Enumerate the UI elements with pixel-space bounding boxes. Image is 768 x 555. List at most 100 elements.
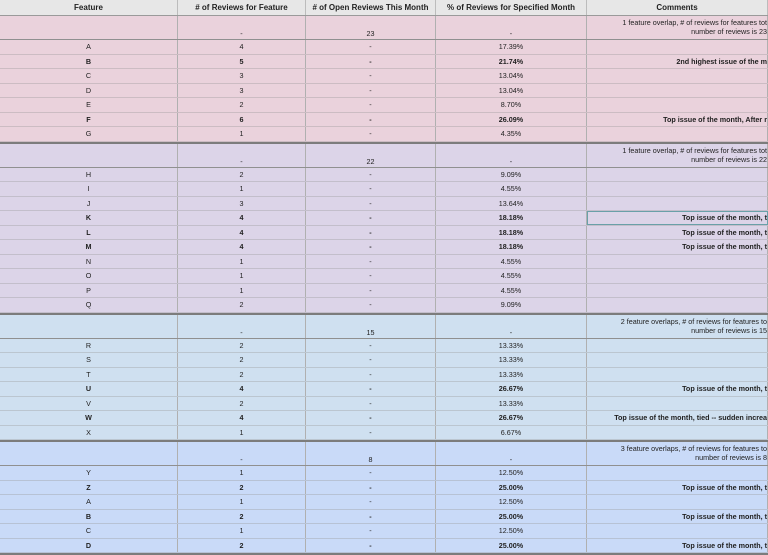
open-reviews-cell[interactable]: - [306, 182, 436, 196]
reviews-count-cell[interactable]: 1 [178, 283, 306, 297]
percent-cell[interactable]: 25.00% [436, 538, 587, 552]
feature-cell[interactable]: X [0, 425, 178, 439]
comment-cell[interactable] [587, 98, 768, 112]
feature-cell[interactable]: C [0, 69, 178, 83]
open-reviews-cell[interactable]: - [306, 466, 436, 480]
reviews-count-cell[interactable]: 4 [178, 240, 306, 254]
feature-cell[interactable]: K [0, 211, 178, 225]
percent-cell[interactable]: 26.67% [436, 411, 587, 425]
open-reviews-cell[interactable]: - [306, 127, 436, 141]
feature-cell[interactable]: I [0, 182, 178, 196]
percent-cell[interactable]: 13.33% [436, 338, 587, 352]
percent-cell[interactable]: 13.64% [436, 196, 587, 210]
comment-cell[interactable] [587, 269, 768, 283]
summary-reviews-cell[interactable]: - [178, 314, 306, 338]
comment-cell[interactable] [587, 298, 768, 312]
comment-cell[interactable] [587, 69, 768, 83]
summary-reviews-cell[interactable]: - [178, 143, 306, 167]
reviews-count-cell[interactable]: 2 [178, 338, 306, 352]
feature-cell[interactable]: A [0, 40, 178, 54]
percent-cell[interactable]: 4.55% [436, 283, 587, 297]
comment-cell[interactable]: Top issue of the month, t [587, 480, 768, 494]
feature-cell[interactable]: C [0, 524, 178, 538]
reviews-count-cell[interactable]: 2 [178, 480, 306, 494]
open-reviews-cell[interactable]: - [306, 538, 436, 552]
open-reviews-cell[interactable]: - [306, 40, 436, 54]
reviews-count-cell[interactable]: 2 [178, 396, 306, 410]
reviews-count-cell[interactable]: 4 [178, 382, 306, 396]
reviews-count-cell[interactable]: 1 [178, 254, 306, 268]
open-reviews-cell[interactable]: - [306, 196, 436, 210]
open-reviews-cell[interactable]: - [306, 382, 436, 396]
open-reviews-cell[interactable]: - [306, 112, 436, 126]
feature-cell[interactable]: V [0, 396, 178, 410]
feature-cell[interactable]: D [0, 538, 178, 552]
summary-comment-cell[interactable]: 3 feature overlaps, # of reviews for fea… [587, 442, 768, 465]
feature-cell[interactable]: U [0, 382, 178, 396]
open-reviews-cell[interactable]: - [306, 480, 436, 494]
comment-cell[interactable] [587, 353, 768, 367]
percent-cell[interactable]: 6.67% [436, 425, 587, 439]
percent-cell[interactable]: 4.55% [436, 269, 587, 283]
reviews-count-cell[interactable]: 1 [178, 495, 306, 509]
header-feature[interactable]: Feature [0, 0, 178, 15]
open-reviews-cell[interactable]: - [306, 353, 436, 367]
open-reviews-cell[interactable]: - [306, 167, 436, 181]
comment-cell[interactable] [587, 495, 768, 509]
reviews-count-cell[interactable]: 4 [178, 225, 306, 239]
feature-cell[interactable]: W [0, 411, 178, 425]
comment-cell[interactable] [587, 425, 768, 439]
feature-cell[interactable]: M [0, 240, 178, 254]
reviews-count-cell[interactable]: 2 [178, 98, 306, 112]
open-reviews-cell[interactable]: - [306, 225, 436, 239]
open-reviews-cell[interactable]: - [306, 83, 436, 97]
comment-cell[interactable]: Top issue of the month, tied -- sudden i… [587, 411, 768, 425]
open-reviews-cell[interactable]: - [306, 269, 436, 283]
percent-cell[interactable]: 4.35% [436, 127, 587, 141]
comment-cell[interactable] [587, 127, 768, 141]
comment-cell[interactable]: Top issue of the month, t [587, 538, 768, 552]
percent-cell[interactable]: 12.50% [436, 495, 587, 509]
header-comments[interactable]: Comments [587, 0, 768, 15]
percent-cell[interactable]: 13.33% [436, 353, 587, 367]
percent-cell[interactable]: 13.33% [436, 367, 587, 381]
open-reviews-cell[interactable]: - [306, 524, 436, 538]
feature-cell[interactable]: O [0, 269, 178, 283]
comment-cell[interactable]: Top issue of the month, t [587, 509, 768, 523]
percent-cell[interactable]: 8.70% [436, 98, 587, 112]
comment-cell[interactable] [587, 83, 768, 97]
comment-cell[interactable] [587, 40, 768, 54]
reviews-count-cell[interactable]: 6 [178, 112, 306, 126]
percent-cell[interactable]: 13.04% [436, 69, 587, 83]
open-reviews-cell[interactable]: - [306, 211, 436, 225]
comment-cell[interactable] [587, 396, 768, 410]
percent-cell[interactable]: 25.00% [436, 480, 587, 494]
summary-total-cell[interactable]: 22 [306, 143, 436, 167]
percent-cell[interactable]: 17.39% [436, 40, 587, 54]
summary-comment-cell[interactable]: 1 feature overlap, # of reviews for feat… [587, 16, 768, 39]
comment-cell[interactable]: Top issue of the month, After r [587, 112, 768, 126]
open-reviews-cell[interactable]: - [306, 98, 436, 112]
reviews-count-cell[interactable]: 2 [178, 538, 306, 552]
comment-cell[interactable] [587, 196, 768, 210]
open-reviews-cell[interactable]: - [306, 283, 436, 297]
summary-percent-cell[interactable]: - [436, 143, 587, 167]
feature-cell[interactable]: E [0, 98, 178, 112]
reviews-count-cell[interactable]: 2 [178, 353, 306, 367]
feature-cell[interactable]: Z [0, 480, 178, 494]
reviews-count-cell[interactable]: 3 [178, 83, 306, 97]
feature-cell[interactable]: Y [0, 466, 178, 480]
comment-cell[interactable]: Top issue of the month, t [587, 240, 768, 254]
percent-cell[interactable]: 18.18% [436, 225, 587, 239]
comment-cell[interactable] [587, 167, 768, 181]
open-reviews-cell[interactable]: - [306, 396, 436, 410]
comment-cell[interactable]: 2nd highest issue of the m [587, 54, 768, 68]
feature-cell[interactable]: A [0, 495, 178, 509]
feature-cell[interactable]: G [0, 127, 178, 141]
feature-cell[interactable]: F [0, 112, 178, 126]
comment-cell[interactable]: Top issue of the month, t [587, 211, 768, 225]
summary-percent-cell[interactable]: - [436, 442, 587, 465]
percent-cell[interactable]: 9.09% [436, 298, 587, 312]
open-reviews-cell[interactable]: - [306, 425, 436, 439]
percent-cell[interactable]: 4.55% [436, 254, 587, 268]
